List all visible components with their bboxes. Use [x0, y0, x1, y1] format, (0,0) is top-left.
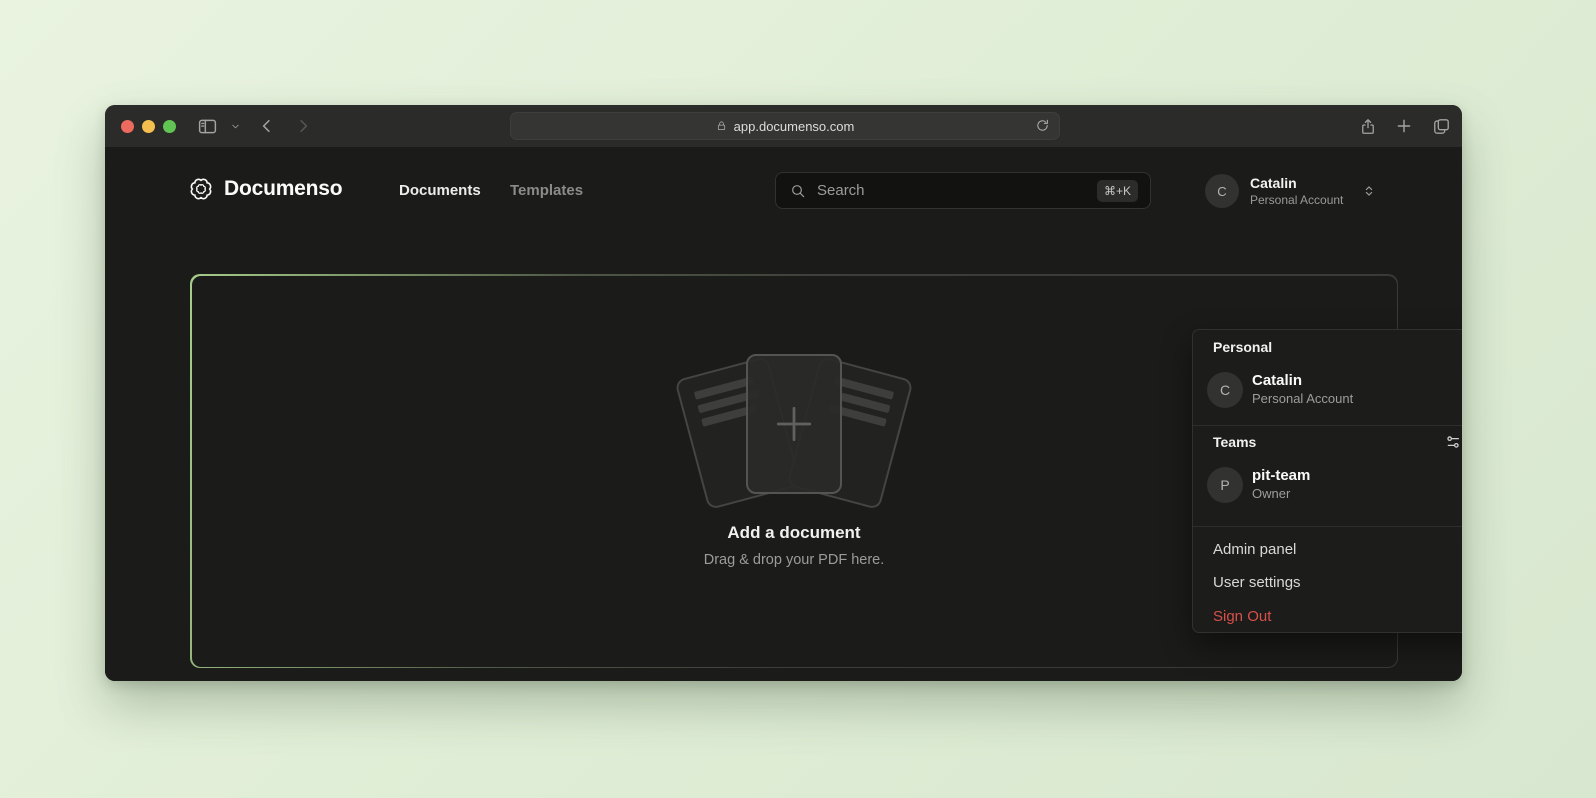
- screen: app.documenso.com: [0, 0, 1596, 798]
- documenso-logo-icon: [188, 176, 214, 202]
- teams-heading: Teams: [1213, 434, 1256, 450]
- menu-item-admin-panel[interactable]: Admin panel: [1193, 535, 1462, 564]
- account-subtitle: Personal Account: [1250, 193, 1343, 207]
- reload-icon[interactable]: [1035, 118, 1050, 136]
- minimize-window-button[interactable]: [142, 120, 155, 133]
- account-menu-button[interactable]: C Catalin Personal Account: [1205, 174, 1385, 209]
- plus-icon: [773, 403, 815, 445]
- address-bar[interactable]: app.documenso.com: [510, 112, 1060, 140]
- url-text: app.documenso.com: [734, 119, 855, 134]
- personal-avatar: C: [1207, 372, 1243, 408]
- team-avatar: P: [1207, 467, 1243, 503]
- personal-subtitle: Personal Account: [1252, 391, 1353, 406]
- search-placeholder: Search: [817, 182, 865, 199]
- documents-illustration: [674, 352, 914, 512]
- search-icon: [790, 183, 806, 199]
- team-subtitle: Owner: [1252, 486, 1290, 501]
- nav-templates[interactable]: Templates: [510, 182, 583, 199]
- manage-teams-icon[interactable]: [1445, 434, 1461, 450]
- search-shortcut-badge: ⌘+K: [1097, 180, 1138, 202]
- tab-overview-icon[interactable]: [1429, 114, 1453, 138]
- brand-name: Documenso: [224, 177, 342, 201]
- close-window-button[interactable]: [121, 120, 134, 133]
- menu-divider: [1193, 526, 1462, 527]
- back-icon[interactable]: [255, 114, 279, 138]
- menu-item-sign-out[interactable]: Sign Out: [1193, 602, 1462, 631]
- zoom-window-button[interactable]: [163, 120, 176, 133]
- personal-name: Catalin: [1252, 372, 1302, 389]
- search-input[interactable]: Search ⌘+K: [775, 172, 1151, 209]
- document-card-add: [746, 354, 842, 494]
- team-name: pit-team: [1252, 467, 1310, 484]
- share-icon[interactable]: [1356, 114, 1380, 138]
- menu-item-user-settings[interactable]: User settings: [1193, 568, 1462, 597]
- lock-icon: [716, 120, 727, 132]
- menu-divider: [1193, 425, 1462, 426]
- browser-toolbar: app.documenso.com: [105, 105, 1462, 147]
- forward-icon: [291, 114, 315, 138]
- brand[interactable]: Documenso: [188, 176, 342, 202]
- account-dropdown-menu: Personal C Catalin Personal Account Team…: [1192, 329, 1462, 633]
- browser-window: app.documenso.com: [105, 105, 1462, 681]
- chevrons-up-down-icon: [1362, 182, 1376, 205]
- account-name: Catalin: [1250, 175, 1297, 191]
- nav-documents[interactable]: Documents: [399, 182, 481, 199]
- chevron-down-icon[interactable]: [227, 114, 243, 138]
- personal-heading: Personal: [1213, 339, 1272, 355]
- avatar: C: [1205, 174, 1239, 208]
- new-tab-icon[interactable]: [1392, 114, 1416, 138]
- sidebar-toggle-icon[interactable]: [195, 114, 219, 138]
